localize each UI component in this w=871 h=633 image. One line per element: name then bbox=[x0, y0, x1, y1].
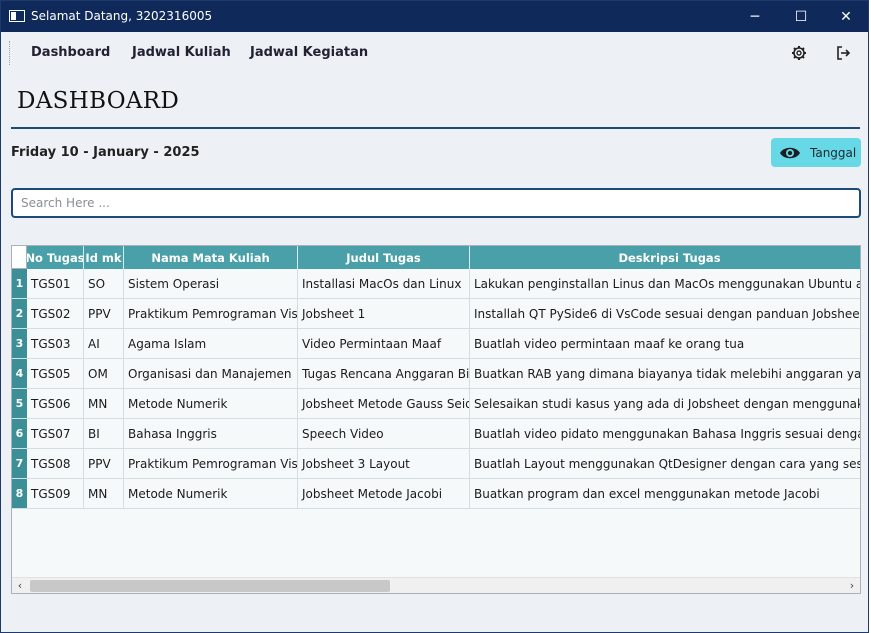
app-window-icon bbox=[9, 10, 25, 22]
toolbar-grip[interactable] bbox=[9, 41, 11, 65]
table-cell-id-mk[interactable]: AI bbox=[84, 329, 124, 359]
column-header-id-mk[interactable]: Id mk bbox=[84, 246, 124, 269]
table-cell-no-tugas[interactable]: TGS08 bbox=[27, 449, 84, 479]
logout-icon[interactable] bbox=[833, 43, 853, 63]
table-cell-deskripsi-tugas[interactable]: Buatkan RAB yang dimana biayanya tidak m… bbox=[470, 359, 860, 389]
scrollbar-thumb[interactable] bbox=[30, 580, 390, 592]
table-cell-id-mk[interactable]: SO bbox=[84, 269, 124, 299]
title-divider bbox=[11, 127, 860, 129]
column-header-deskripsi-tugas[interactable]: Deskripsi Tugas bbox=[470, 246, 860, 269]
page-title: DASHBOARD bbox=[17, 88, 180, 114]
horizontal-scrollbar[interactable]: ‹ › bbox=[12, 577, 860, 593]
minimize-button[interactable]: ─ bbox=[732, 1, 778, 32]
close-button[interactable]: ✕ bbox=[823, 1, 869, 32]
table-cell-nama-mata-kuliah[interactable]: Organisasi dan Manajemen bbox=[124, 359, 298, 389]
table-cell-no-tugas[interactable]: TGS01 bbox=[27, 269, 84, 299]
table-cell-judul-tugas[interactable]: Jobsheet 3 Layout bbox=[298, 449, 470, 479]
table-cell-deskripsi-tugas[interactable]: Buatlah video permintaan maaf ke orang t… bbox=[470, 329, 860, 359]
table-cell-id-mk[interactable]: MN bbox=[84, 479, 124, 509]
table-cell-no-tugas[interactable]: TGS07 bbox=[27, 419, 84, 449]
row-header[interactable]: 2 bbox=[12, 299, 27, 329]
table-cell-judul-tugas[interactable]: Jobsheet Metode Jacobi bbox=[298, 479, 470, 509]
column-header-nama-mata-kuliah[interactable]: Nama Mata Kuliah bbox=[124, 246, 298, 269]
table-cell-id-mk[interactable]: OM bbox=[84, 359, 124, 389]
app-window: Selamat Datang, 3202316005 ─ ☐ ✕ Dashboa… bbox=[0, 0, 869, 633]
tanggal-button[interactable]: Tanggal bbox=[771, 138, 861, 167]
table-cell-judul-tugas[interactable]: Speech Video bbox=[298, 419, 470, 449]
menu-bar: Dashboard Jadwal Kuliah Jadwal Kegiatan bbox=[1, 33, 868, 73]
menu-item-dashboard[interactable]: Dashboard bbox=[31, 45, 110, 60]
table-cell-judul-tugas[interactable]: Installasi MacOs dan Linux bbox=[298, 269, 470, 299]
current-date: Friday 10 - January - 2025 bbox=[11, 145, 200, 160]
table-cell-judul-tugas[interactable]: Tugas Rencana Anggaran Biaya bbox=[298, 359, 470, 389]
table-cell-nama-mata-kuliah[interactable]: Agama Islam bbox=[124, 329, 298, 359]
row-header[interactable]: 6 bbox=[12, 419, 27, 449]
table-cell-judul-tugas[interactable]: Jobsheet 1 bbox=[298, 299, 470, 329]
table-cell-deskripsi-tugas[interactable]: Selesaikan studi kasus yang ada di Jobsh… bbox=[470, 389, 860, 419]
table-cell-no-tugas[interactable]: TGS05 bbox=[27, 359, 84, 389]
maximize-button[interactable]: ☐ bbox=[778, 1, 824, 32]
table-cell-judul-tugas[interactable]: Jobsheet Metode Gauss Seidel bbox=[298, 389, 470, 419]
table-cell-judul-tugas[interactable]: Video Permintaan Maaf bbox=[298, 329, 470, 359]
title-bar[interactable]: Selamat Datang, 3202316005 ─ ☐ ✕ bbox=[1, 1, 868, 32]
scroll-left-icon[interactable]: ‹ bbox=[12, 578, 28, 593]
search-input[interactable] bbox=[11, 188, 861, 218]
row-header[interactable]: 5 bbox=[12, 389, 27, 419]
table-cell-deskripsi-tugas[interactable]: Buatkan program dan excel menggunakan me… bbox=[470, 479, 860, 509]
row-header[interactable]: 7 bbox=[12, 449, 27, 479]
table-cell-nama-mata-kuliah[interactable]: Bahasa Inggris bbox=[124, 419, 298, 449]
task-table: ‹ › No Tugas Id mk Nama Mata Kuliah Judul T… bbox=[11, 245, 861, 594]
row-header[interactable]: 1 bbox=[12, 269, 27, 299]
table-cell-no-tugas[interactable]: TGS09 bbox=[27, 479, 84, 509]
table-cell-id-mk[interactable]: PPV bbox=[84, 299, 124, 329]
tanggal-button-label: Tanggal bbox=[810, 145, 857, 160]
table-cell-id-mk[interactable]: BI bbox=[84, 419, 124, 449]
table-cell-nama-mata-kuliah[interactable]: Metode Numerik bbox=[124, 479, 298, 509]
window-title: Selamat Datang, 3202316005 bbox=[31, 9, 213, 23]
table-cell-nama-mata-kuliah[interactable]: Praktikum Pemrograman Visual bbox=[124, 299, 298, 329]
table-cell-deskripsi-tugas[interactable]: Installah QT PySide6 di VsCode sesuai de… bbox=[470, 299, 860, 329]
row-header[interactable]: 4 bbox=[12, 359, 27, 389]
table-cell-deskripsi-tugas[interactable]: Buatlah Layout menggunakan QtDesigner de… bbox=[470, 449, 860, 479]
row-header[interactable]: 3 bbox=[12, 329, 27, 359]
column-header-no-tugas[interactable]: No Tugas bbox=[27, 246, 84, 269]
table-cell-no-tugas[interactable]: TGS03 bbox=[27, 329, 84, 359]
scroll-right-icon[interactable]: › bbox=[844, 578, 860, 593]
table-cell-no-tugas[interactable]: TGS02 bbox=[27, 299, 84, 329]
table-cell-id-mk[interactable]: MN bbox=[84, 389, 124, 419]
table-cell-nama-mata-kuliah[interactable]: Praktikum Pemrograman Visual bbox=[124, 449, 298, 479]
eye-icon bbox=[779, 145, 801, 161]
table-cell-nama-mata-kuliah[interactable]: Metode Numerik bbox=[124, 389, 298, 419]
column-header-judul-tugas[interactable]: Judul Tugas bbox=[298, 246, 470, 269]
table-cell-deskripsi-tugas[interactable]: Buatlah video pidato menggunakan Bahasa … bbox=[470, 419, 860, 449]
table-cell-nama-mata-kuliah[interactable]: Sistem Operasi bbox=[124, 269, 298, 299]
table-cell-no-tugas[interactable]: TGS06 bbox=[27, 389, 84, 419]
menu-item-jadwal-kegiatan[interactable]: Jadwal Kegiatan bbox=[250, 45, 368, 60]
menu-item-jadwal-kuliah[interactable]: Jadwal Kuliah bbox=[132, 45, 231, 60]
table-corner[interactable] bbox=[12, 246, 27, 269]
table-cell-id-mk[interactable]: PPV bbox=[84, 449, 124, 479]
gear-icon[interactable] bbox=[789, 43, 809, 63]
row-header[interactable]: 8 bbox=[12, 479, 27, 509]
table-cell-deskripsi-tugas[interactable]: Lakukan penginstallan Linus dan MacOs me… bbox=[470, 269, 860, 299]
